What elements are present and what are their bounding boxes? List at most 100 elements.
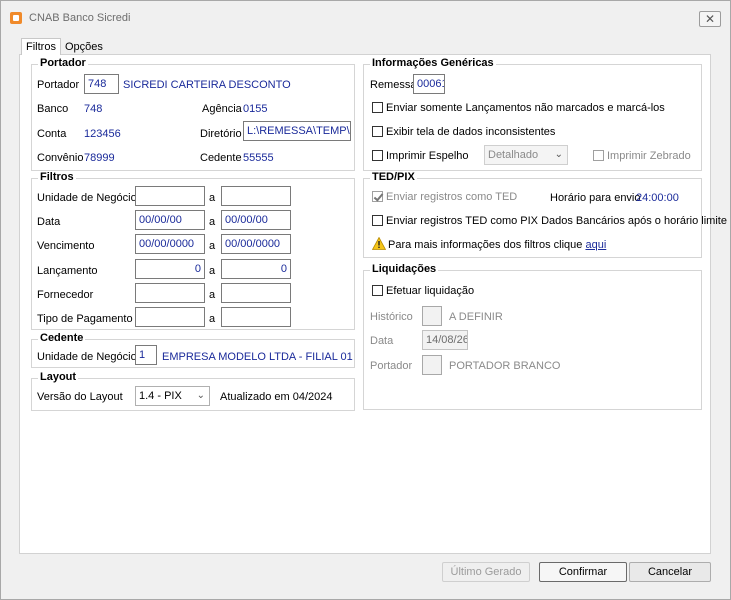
- convenio-value: 78999: [84, 152, 115, 164]
- checkbox-label: Imprimir Espelho: [386, 150, 469, 162]
- warn-text: Para mais informações dos filtros clique…: [388, 239, 606, 251]
- espelho-select[interactable]: Detalhado ⌄: [484, 145, 568, 165]
- filtro-label: Tipo de Pagamento: [37, 313, 133, 325]
- data-label: Data: [370, 335, 394, 347]
- vencimento-to-input[interactable]: 00/00/0000: [221, 234, 291, 254]
- checkbox-box: [593, 150, 604, 161]
- exibir-inconsistentes-checkbox[interactable]: Exibir tela de dados inconsistentes: [372, 126, 555, 140]
- agencia-value: 0155: [243, 103, 268, 115]
- checkbox-label: Efetuar liquidação: [386, 285, 475, 297]
- cedente-unidade-input[interactable]: 1: [135, 345, 157, 365]
- ultimo-gerado-button[interactable]: Último Gerado: [442, 562, 530, 582]
- checkbox-box: [372, 191, 383, 202]
- fornecedor-from-input[interactable]: [135, 283, 205, 303]
- cedente-label: Cedente: [200, 152, 242, 164]
- layout-version-label: Versão do Layout: [37, 391, 123, 403]
- cedente-group-title: Cedente: [38, 332, 86, 344]
- layout-version-select[interactable]: 1.4 - PIX ⌄: [135, 386, 210, 406]
- info-group-title: Informações Genéricas: [370, 57, 496, 69]
- remessa-label: Remessa: [370, 79, 417, 91]
- filtros-group: Filtros Unidade de Negócio a Data 00/00/…: [31, 171, 355, 330]
- dialog-window: CNAB Banco Sicredi ✕ Filtros Opções Port…: [0, 0, 731, 600]
- banco-label: Banco: [37, 103, 69, 115]
- fornecedor-to-input[interactable]: [221, 283, 291, 303]
- cedente-unidade-name: EMPRESA MODELO LTDA - FILIAL 01: [162, 351, 353, 363]
- horario-label: Horário para envio: [550, 192, 641, 204]
- imprimir-zebrado-checkbox[interactable]: Imprimir Zebrado: [593, 150, 691, 164]
- unidade-from-input[interactable]: [135, 186, 205, 206]
- checkbox-box: [372, 102, 383, 113]
- tab-filtros[interactable]: Filtros: [21, 38, 61, 55]
- imprimir-espelho-checkbox[interactable]: Imprimir Espelho: [372, 150, 469, 164]
- checkbox-label: Imprimir Zebrado: [607, 150, 691, 162]
- checkbox-box: [372, 150, 383, 161]
- layout-group-title: Layout: [38, 371, 79, 383]
- portador-liq-label: Portador: [370, 360, 413, 372]
- checkbox-box: [372, 215, 383, 226]
- cedente-value: 55555: [243, 152, 274, 164]
- range-sep: a: [209, 216, 216, 228]
- info-group: Informações Genéricas Remessa 00061 Envi…: [363, 57, 702, 171]
- liquidacao-data-input[interactable]: 14/08/26: [422, 330, 468, 350]
- filtros-group-title: Filtros: [38, 171, 76, 183]
- range-sep: a: [209, 265, 216, 277]
- tedpix-group: TED/PIX Enviar registros como TED Horári…: [363, 171, 727, 258]
- confirmar-button[interactable]: Confirmar: [539, 562, 627, 582]
- portador-code-input[interactable]: 748: [84, 74, 119, 94]
- enviar-ted-checkbox[interactable]: Enviar registros como TED: [372, 191, 517, 205]
- tab-opcoes[interactable]: Opções: [61, 40, 103, 55]
- ted-como-pix-checkbox[interactable]: Enviar registros TED como PIX Dados Banc…: [372, 215, 727, 229]
- filtro-label: Vencimento: [37, 240, 95, 252]
- window-title: CNAB Banco Sicredi: [29, 12, 131, 24]
- portador-liq-text: PORTADOR BRANCO: [449, 360, 561, 372]
- data-from-input[interactable]: 00/00/00: [135, 210, 205, 230]
- checkbox-label: Enviar somente Lançamentos não marcados …: [386, 102, 665, 114]
- historico-input[interactable]: [422, 306, 442, 326]
- range-sep: a: [209, 289, 216, 301]
- portador-group: Portador Portador 748 SICREDI CARTEIRA D…: [31, 57, 355, 171]
- chevron-down-icon: ⌄: [196, 390, 205, 401]
- historico-text: A DEFINIR: [449, 311, 503, 323]
- checkbox-box: [372, 126, 383, 137]
- warning-icon: [372, 237, 386, 250]
- enviar-somente-checkbox[interactable]: Enviar somente Lançamentos não marcados …: [372, 102, 665, 116]
- remessa-input[interactable]: 00061: [413, 74, 445, 94]
- tipo-pagamento-from-input[interactable]: [135, 307, 205, 327]
- lancamento-from-input[interactable]: 0: [135, 259, 205, 279]
- lancamento-to-input[interactable]: 0: [221, 259, 291, 279]
- cedente-unidade-label: Unidade de Negócio: [37, 351, 137, 363]
- aqui-link[interactable]: aqui: [585, 239, 606, 251]
- unidade-to-input[interactable]: [221, 186, 291, 206]
- liquidacoes-group-title: Liquidações: [370, 263, 439, 275]
- checkbox-label: Exibir tela de dados inconsistentes: [386, 126, 556, 138]
- convenio-label: Convênio: [37, 152, 84, 164]
- conta-value: 123456: [84, 128, 121, 140]
- cancelar-button[interactable]: Cancelar: [629, 562, 711, 582]
- filtro-label: Unidade de Negócio: [37, 192, 137, 204]
- diretorio-label: Diretório: [200, 128, 242, 140]
- filtro-label: Lançamento: [37, 265, 98, 277]
- range-sep: a: [209, 192, 216, 204]
- app-icon: [10, 12, 22, 24]
- portador-liq-input[interactable]: [422, 355, 442, 375]
- range-sep: a: [209, 313, 216, 325]
- warn-message: Para mais informações dos filtros clique: [388, 239, 583, 251]
- liquidacoes-group: Liquidações Efetuar liquidação Histórico…: [363, 263, 702, 410]
- close-button[interactable]: ✕: [699, 11, 721, 27]
- banco-value: 748: [84, 103, 103, 115]
- range-sep: a: [209, 240, 216, 252]
- tipo-pagamento-to-input[interactable]: [221, 307, 291, 327]
- cedente-group: Cedente Unidade de Negócio 1 EMPRESA MOD…: [31, 332, 355, 368]
- data-to-input[interactable]: 00/00/00: [221, 210, 291, 230]
- portador-name: SICREDI CARTEIRA DESCONTO: [123, 79, 291, 91]
- espelho-value: Detalhado: [488, 149, 539, 161]
- filtro-label: Data: [37, 216, 61, 228]
- conta-label: Conta: [37, 128, 67, 140]
- diretorio-input[interactable]: L:\REMESSA\TEMP\: [243, 121, 351, 141]
- efetuar-liquidacao-checkbox[interactable]: Efetuar liquidação: [372, 285, 474, 299]
- portador-group-title: Portador: [38, 57, 88, 69]
- title-bar: CNAB Banco Sicredi ✕: [1, 1, 730, 33]
- agencia-label: Agência: [202, 103, 242, 115]
- vencimento-from-input[interactable]: 00/00/0000: [135, 234, 205, 254]
- tedpix-group-title: TED/PIX: [370, 171, 417, 183]
